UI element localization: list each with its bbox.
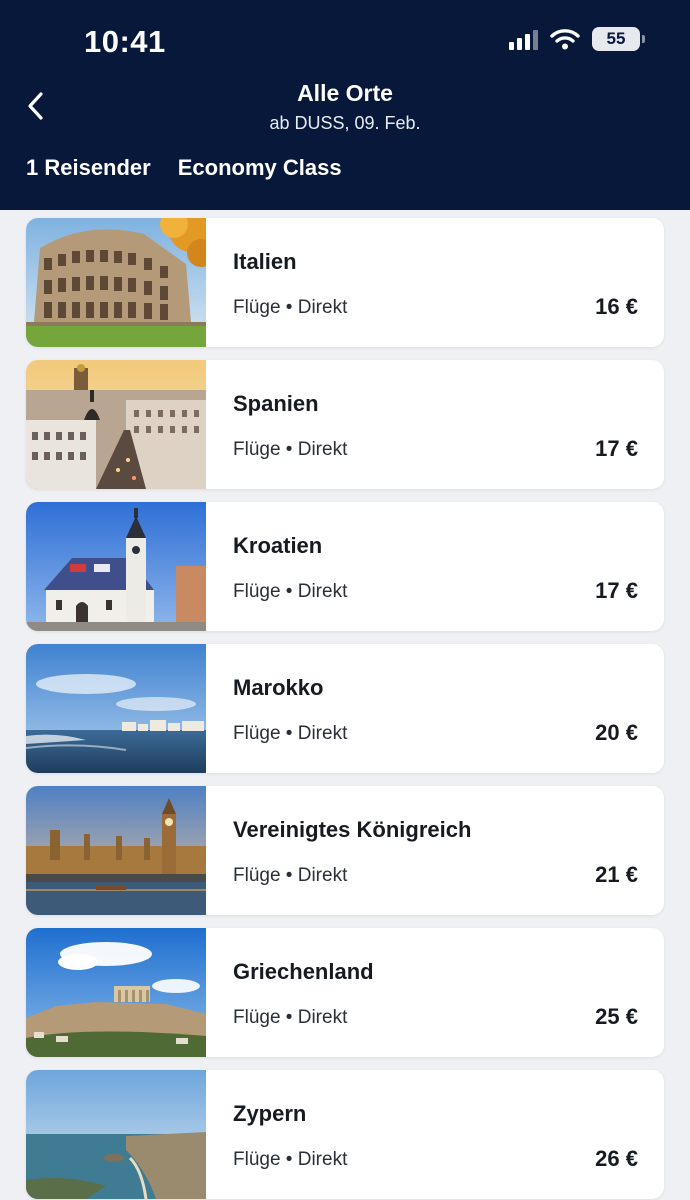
destination-price: 21 € (595, 862, 638, 887)
destination-price: 25 € (595, 1004, 638, 1029)
app-header: 10:41 55 Alle Orte ab DUSS, 09. Feb. 1 R… (0, 0, 690, 210)
destination-card-zypern[interactable]: Zypern Flüge • Direkt 26 € (26, 1070, 664, 1199)
page-subtitle: ab DUSS, 09. Feb. (269, 113, 421, 133)
cellular-signal-icon (509, 28, 538, 50)
destination-image-kroatien (26, 502, 206, 631)
destination-image-italien (26, 218, 206, 347)
destination-meta: Flüge • Direkt (233, 297, 348, 318)
header-title-block: Alle Orte ab DUSS, 09. Feb. (0, 80, 690, 134)
destination-meta: Flüge • Direkt (233, 1007, 348, 1028)
destination-name: Vereinigtes Königreich (233, 817, 472, 842)
cabin-class-filter[interactable]: Economy Class (178, 155, 342, 181)
page-title: Alle Orte (297, 80, 393, 106)
destination-card-griechenland[interactable]: Griechenland Flüge • Direkt 25 € (26, 928, 664, 1057)
search-filters: 1 Reisender Economy Class (26, 155, 342, 181)
destination-price: 26 € (595, 1146, 638, 1171)
destination-price: 20 € (595, 720, 638, 745)
destination-card-italien[interactable]: Italien Flüge • Direkt 16 € (26, 218, 664, 347)
destination-image-griechenland (26, 928, 206, 1057)
destination-meta: Flüge • Direkt (233, 439, 348, 460)
destination-name: Marokko (233, 675, 324, 700)
destination-card-vereinigtes-koenigreich[interactable]: Vereinigtes Königreich Flüge • Direkt 21… (26, 786, 664, 915)
destination-meta: Flüge • Direkt (233, 1149, 348, 1170)
destination-image-marokko (26, 644, 206, 773)
destination-list: Italien Flüge • Direkt 16 € Spanien Flüg… (26, 218, 664, 1200)
destination-name: Spanien (233, 391, 319, 416)
destination-price: 17 € (595, 436, 638, 461)
destination-meta: Flüge • Direkt (233, 581, 348, 602)
destination-card-marokko[interactable]: Marokko Flüge • Direkt 20 € (26, 644, 664, 773)
wifi-icon (550, 29, 580, 50)
destination-image-vereinigtes-koenigreich (26, 786, 206, 915)
destination-image-spanien (26, 360, 206, 489)
destination-card-spanien[interactable]: Spanien Flüge • Direkt 17 € (26, 360, 664, 489)
status-time: 10:41 (84, 24, 166, 59)
destination-meta: Flüge • Direkt (233, 865, 348, 886)
destination-name: Griechenland (233, 959, 374, 984)
destination-name: Zypern (233, 1101, 307, 1126)
destination-card-kroatien[interactable]: Kroatien Flüge • Direkt 17 € (26, 502, 664, 631)
destination-price: 16 € (595, 294, 638, 319)
destination-name: Kroatien (233, 533, 323, 558)
battery-icon: 55 (592, 27, 645, 51)
destination-image-zypern (26, 1070, 206, 1199)
status-icons: 55 (509, 27, 645, 51)
destination-price: 17 € (595, 578, 638, 603)
destination-meta: Flüge • Direkt (233, 723, 348, 744)
travelers-filter[interactable]: 1 Reisender (26, 155, 151, 181)
destination-name: Italien (233, 249, 297, 274)
